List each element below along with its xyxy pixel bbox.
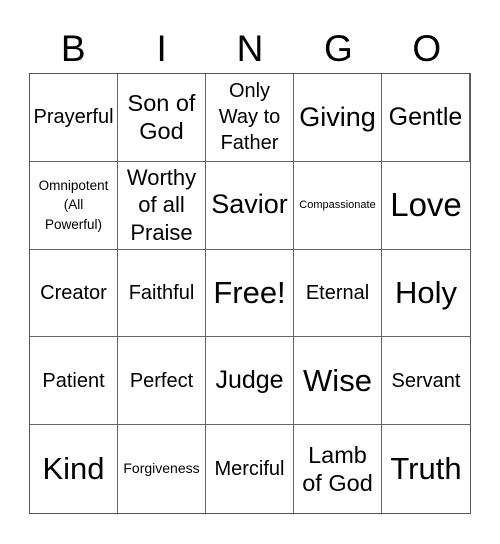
bingo-cell[interactable]: Worthy of all Praise (118, 161, 206, 250)
bingo-cell[interactable]: Perfect (118, 337, 206, 426)
header-letter-b: B (60, 28, 86, 69)
header-letter-i: I (156, 28, 167, 69)
bingo-cell[interactable]: Omnipotent (All Powerful) (30, 161, 118, 250)
bingo-cell[interactable]: Free! (206, 249, 294, 338)
header-letter-o: O (412, 28, 442, 69)
bingo-cell[interactable]: Faithful (118, 249, 206, 338)
bingo-header: B I N G O (29, 26, 471, 72)
bingo-cell[interactable]: Forgiveness (118, 425, 206, 513)
header-letter-n: N (236, 28, 264, 69)
bingo-cell[interactable]: Merciful (206, 425, 294, 513)
bingo-cell[interactable]: Only Way to Father (206, 74, 294, 162)
header-letter-g: G (323, 28, 353, 69)
bingo-cell[interactable]: Holy (382, 250, 470, 338)
bingo-cell[interactable]: Servant (382, 337, 470, 426)
bingo-cell[interactable]: Judge (206, 337, 294, 426)
bingo-cell[interactable]: Wise (294, 337, 382, 426)
bingo-cell[interactable]: Prayerful (30, 74, 118, 162)
bingo-cell[interactable]: Love (382, 162, 470, 250)
bingo-cell[interactable]: Compassionate (294, 161, 382, 250)
bingo-cell[interactable]: Eternal (294, 249, 382, 338)
bingo-cell[interactable]: Savior (206, 161, 294, 250)
bingo-cell[interactable]: Lamb of God (294, 425, 382, 513)
bingo-cell[interactable]: Giving (294, 74, 382, 162)
bingo-cell[interactable]: Kind (30, 425, 118, 513)
bingo-cell[interactable]: Son of God (118, 74, 206, 162)
bingo-cell[interactable]: Truth (382, 425, 470, 513)
bingo-cell[interactable]: Gentle (382, 74, 470, 162)
bingo-cell[interactable]: Patient (30, 337, 118, 426)
bingo-cell[interactable]: Creator (30, 249, 118, 338)
bingo-card-grid: Prayerful Son of God Only Way to Father … (29, 73, 471, 514)
